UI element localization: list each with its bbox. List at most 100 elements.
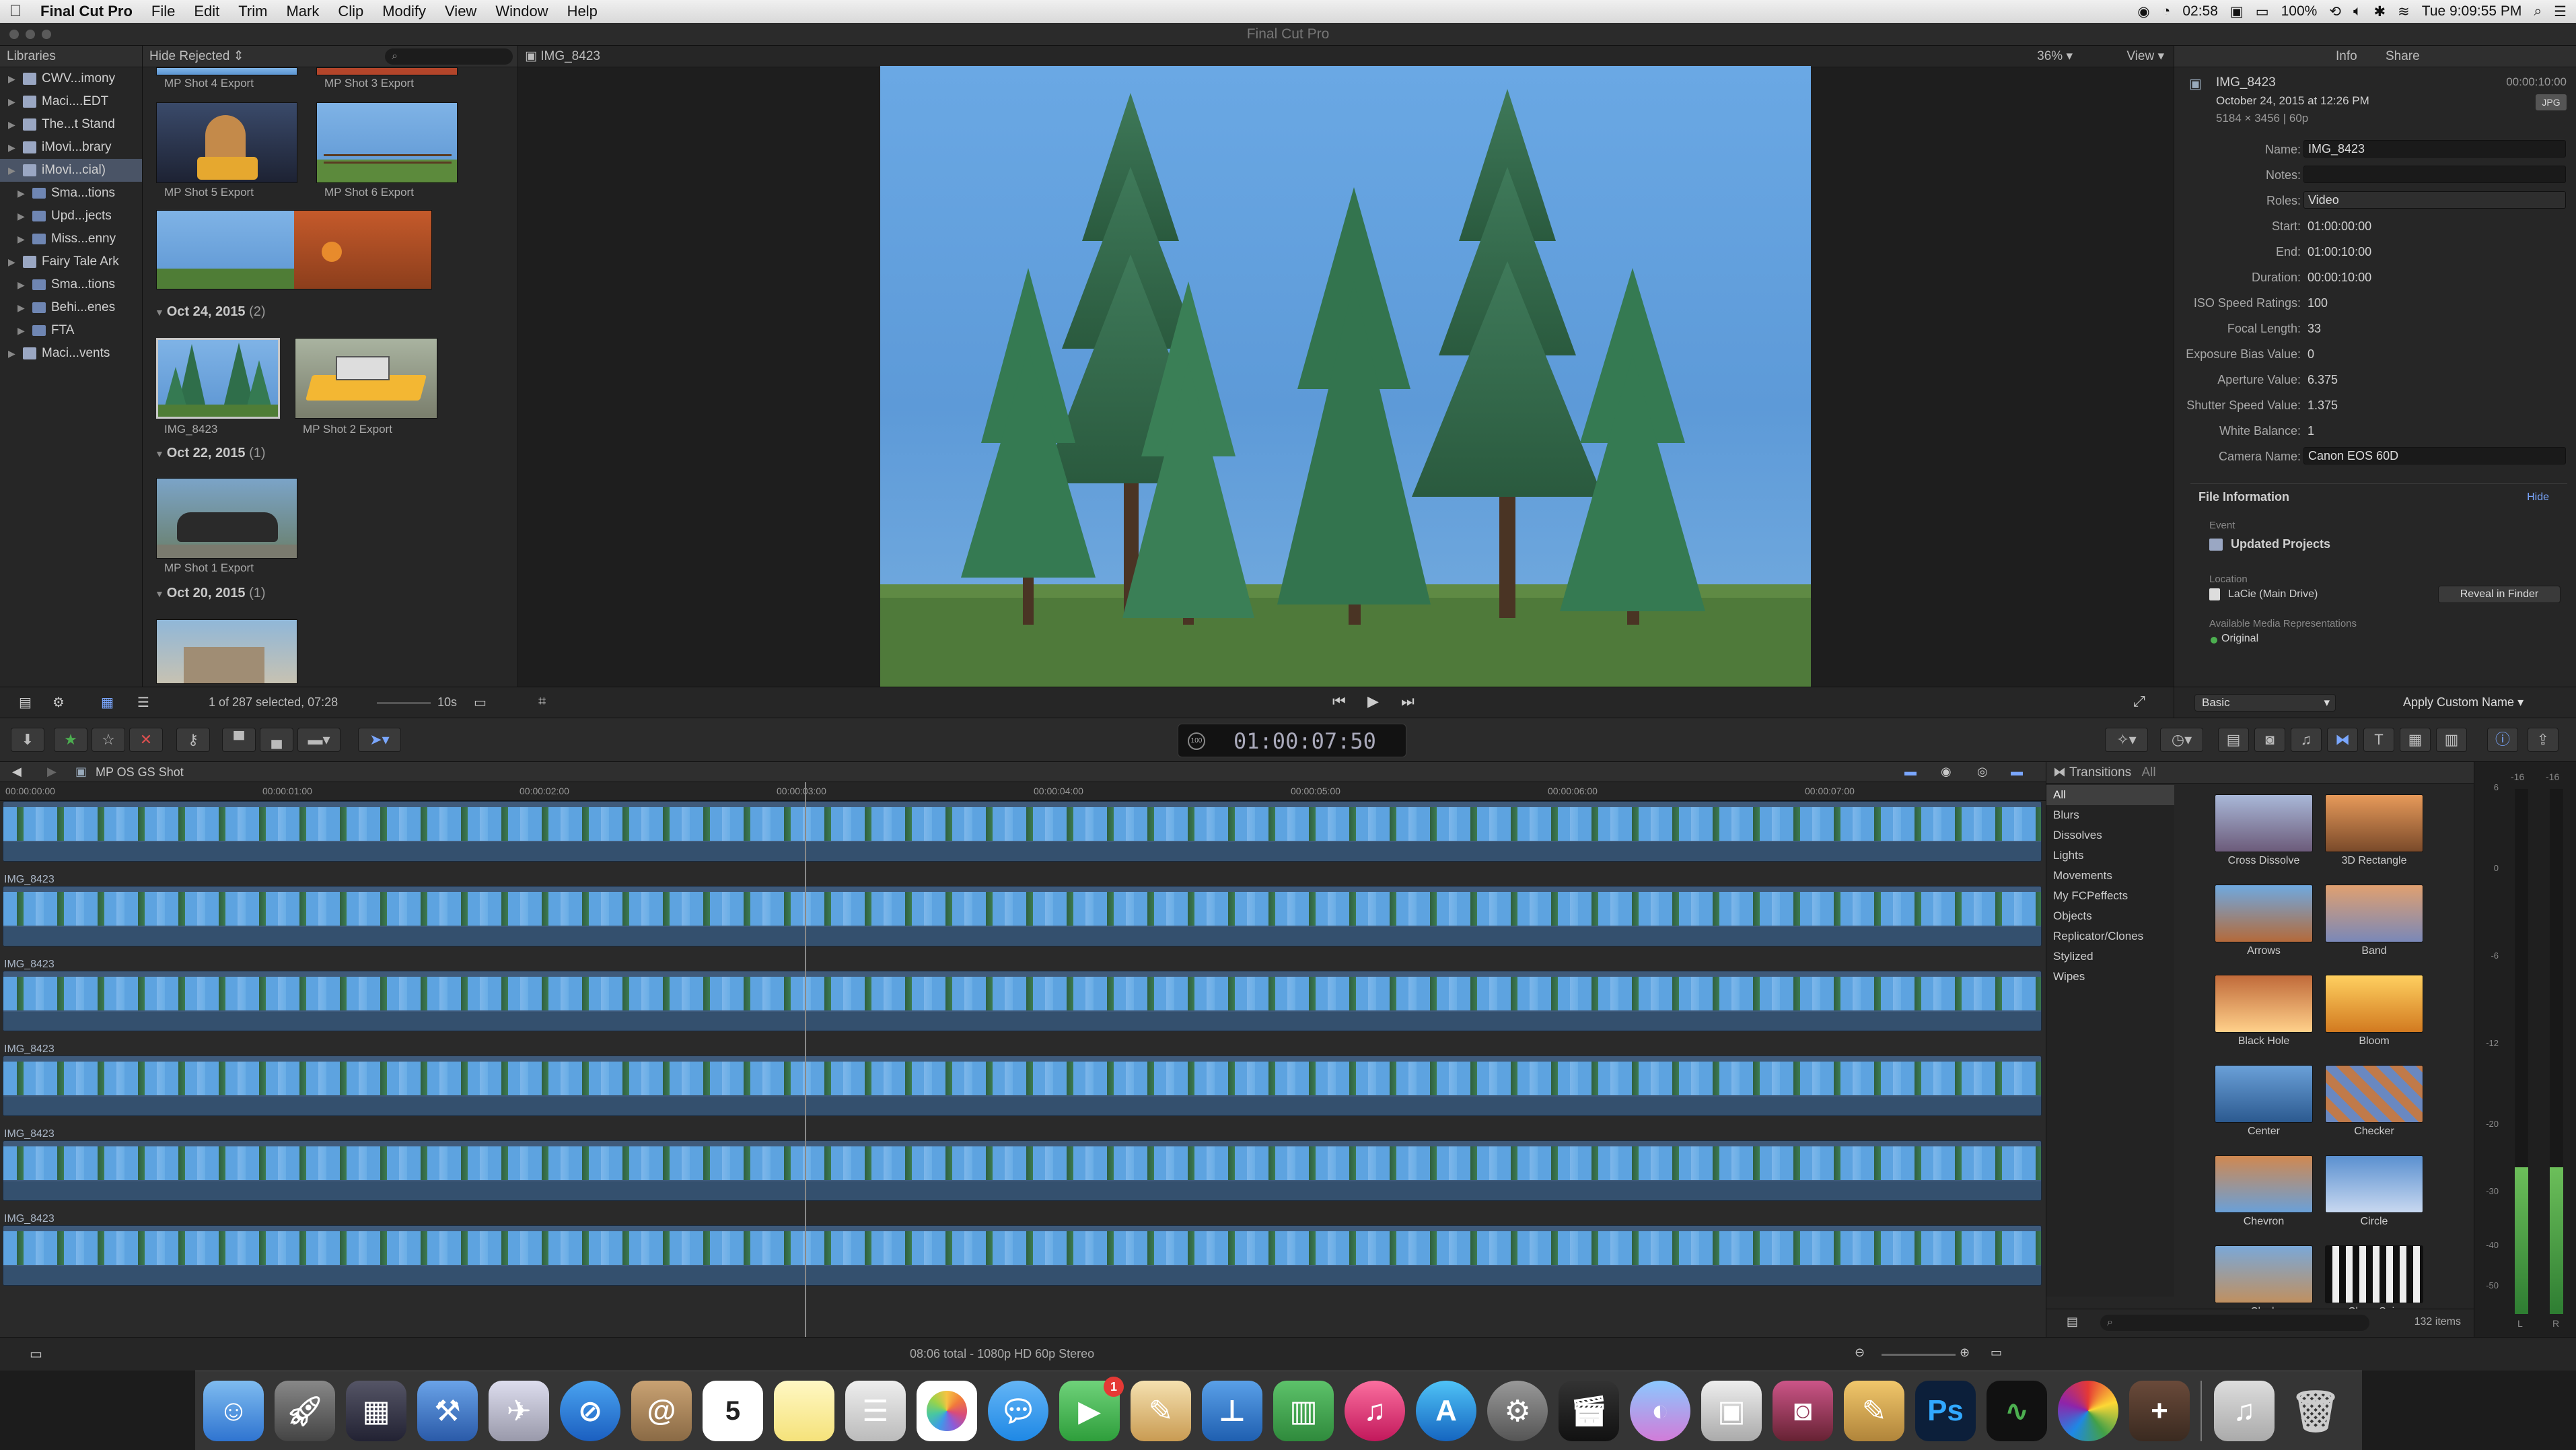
script-editor-icon[interactable]: ✎ xyxy=(1844,1381,1904,1441)
import-icon[interactable]: ⬇ xyxy=(11,728,44,752)
unrate-icon[interactable]: ☆ xyxy=(92,728,125,752)
disclosure-icon[interactable]: ▶ xyxy=(17,205,27,228)
tab-share[interactable]: Share xyxy=(2386,46,2420,67)
itunes-icon[interactable]: ♫ xyxy=(1345,1381,1405,1441)
generators-browser-icon[interactable]: ▦ xyxy=(2400,728,2431,752)
notification-center-icon[interactable]: ☰ xyxy=(2554,3,2567,20)
disclosure-icon[interactable]: ▶ xyxy=(17,182,27,205)
forward-arrow-icon[interactable]: ▶ xyxy=(47,765,57,779)
favorite-icon[interactable]: ★ xyxy=(54,728,87,752)
date-group-oct24[interactable]: ▼ Oct 24, 2015 (2) xyxy=(155,304,266,320)
messages-icon[interactable]: 💬︎ xyxy=(988,1381,1048,1441)
photos-icon[interactable] xyxy=(917,1381,977,1441)
fullscreen-icon[interactable]: ⤢ xyxy=(2133,693,2145,710)
timeline-ruler[interactable]: 00:00:00:00 00:00:01:00 00:00:02:00 00:00:0… xyxy=(0,782,2046,801)
airplay-icon[interactable]: ▭ xyxy=(2256,3,2269,20)
transition-category[interactable]: All xyxy=(2046,785,2174,805)
transition-thumbnail[interactable] xyxy=(2325,794,2423,852)
transitions-search-field[interactable]: ⌕ xyxy=(2100,1315,2369,1331)
motion-icon[interactable]: ◐ xyxy=(1630,1381,1690,1441)
playhead[interactable] xyxy=(805,782,806,1337)
gear-icon[interactable]: ⚙ xyxy=(52,694,65,711)
disclosure-icon[interactable]: ▶ xyxy=(8,159,17,182)
numbers-icon[interactable]: ▥ xyxy=(1273,1381,1334,1441)
share-icon[interactable]: ⇪ xyxy=(2528,728,2559,752)
timeline-clip[interactable] xyxy=(3,1140,2042,1201)
transitions-browser-icon[interactable]: ⧓ xyxy=(2327,728,2358,752)
photoshop-icon[interactable]: Ps xyxy=(1915,1381,1976,1441)
inspector-toggle-icon[interactable]: ⓘ xyxy=(2487,728,2518,752)
apply-custom-name-popup[interactable]: Apply Custom Name ▾ xyxy=(2403,695,2524,710)
contacts-icon[interactable]: @ xyxy=(631,1381,692,1441)
launchpad-icon[interactable]: 🚀︎ xyxy=(275,1381,335,1441)
transition-category[interactable]: Objects xyxy=(2046,906,2174,926)
finder-icon[interactable]: ☺ xyxy=(203,1381,264,1441)
hide-link[interactable]: Hide xyxy=(2527,491,2549,504)
pages-icon[interactable]: ✎ xyxy=(1131,1381,1191,1441)
timeline-clip[interactable] xyxy=(3,886,2042,946)
timeline-index-icon[interactable]: ▭ xyxy=(30,1346,42,1362)
transition-thumbnail[interactable] xyxy=(2215,975,2313,1033)
disclosure-icon[interactable]: ▶ xyxy=(8,113,17,136)
thumb-house[interactable] xyxy=(156,619,297,684)
documents-stack-icon[interactable]: ♫ xyxy=(2214,1381,2275,1441)
transition-category[interactable]: Movements xyxy=(2046,866,2174,886)
menu-app-name[interactable]: Final Cut Pro xyxy=(31,3,142,20)
thumb-mp1[interactable] xyxy=(156,478,297,559)
disclosure-icon[interactable]: ▶ xyxy=(8,90,17,113)
select-tool-icon[interactable]: ➤▾ xyxy=(358,728,401,752)
date-group-oct20[interactable]: ▼ Oct 20, 2015 (1) xyxy=(155,586,266,601)
library-item[interactable]: ▶ CWV...imony xyxy=(0,67,142,90)
metadata-input[interactable] xyxy=(2303,166,2566,183)
photos-browser-icon[interactable]: ◙ xyxy=(2254,728,2285,752)
transition-thumbnail[interactable] xyxy=(2325,1155,2423,1213)
themes-browser-icon[interactable]: ▥ xyxy=(2436,728,2467,752)
menu-file[interactable]: File xyxy=(142,3,184,20)
play-icon[interactable]: ▶ xyxy=(1367,693,1379,710)
previous-edit-icon[interactable]: ⏮ xyxy=(1332,693,1346,710)
transition-thumbnail[interactable] xyxy=(2215,794,2313,852)
thumb-img8423[interactable] xyxy=(156,338,280,419)
music-browser-icon[interactable]: ♫ xyxy=(2291,728,2322,752)
zoom-popup[interactable]: 36% ▾ xyxy=(2037,46,2073,67)
disclosure-icon[interactable]: ▶ xyxy=(17,296,27,319)
audio-skimming-icon[interactable]: ◉ xyxy=(1941,765,1952,779)
disclosure-icon[interactable]: ▶ xyxy=(8,67,17,90)
zoom-out-icon[interactable]: ⊖ xyxy=(1855,1346,1865,1360)
library-item[interactable]: ▶ Upd...jects xyxy=(0,205,142,228)
timeline-clip[interactable] xyxy=(3,1225,2042,1286)
sidebar-toggle-icon[interactable]: ▤ xyxy=(2067,1315,2078,1329)
library-item[interactable]: ▶ Fairy Tale Ark xyxy=(0,250,142,273)
activity-monitor-icon[interactable]: ∿ xyxy=(1987,1381,2047,1441)
view-menu[interactable]: View ▾ xyxy=(2126,46,2164,67)
close-window-button[interactable] xyxy=(9,30,19,39)
clip-appearance-icon[interactable]: ▬ xyxy=(1904,765,1917,779)
solo-icon[interactable]: ◎ xyxy=(1977,765,1988,779)
menu-view[interactable]: View xyxy=(435,3,486,20)
transition-thumbnail[interactable] xyxy=(2215,1065,2313,1123)
compressor-icon[interactable]: ▣ xyxy=(1701,1381,1762,1441)
library-item[interactable]: ▶ The...t Stand xyxy=(0,113,142,136)
reveal-in-finder-button[interactable]: Reveal in Finder xyxy=(2438,586,2561,603)
trash-icon[interactable]: 🗑︎ xyxy=(2285,1381,2346,1441)
disclosure-icon[interactable]: ▶ xyxy=(17,319,27,342)
wifi-icon[interactable]: ≋ xyxy=(2398,3,2410,20)
transitions-scope[interactable]: All xyxy=(2141,765,2155,780)
insert-clip-icon[interactable]: ▄ xyxy=(260,728,293,752)
retime-icon[interactable]: ◷▾ xyxy=(2160,728,2203,752)
metadata-input[interactable]: IMG_8423 xyxy=(2303,140,2566,158)
thumb-mp4[interactable] xyxy=(156,67,297,75)
sidebar-toggle-icon[interactable]: ▤ xyxy=(19,694,32,711)
disclosure-icon[interactable]: ▶ xyxy=(8,342,17,365)
titles-browser-icon[interactable]: T xyxy=(2363,728,2394,752)
volume-icon[interactable]: 🔈︎ xyxy=(2353,3,2362,20)
display-icon[interactable]: ▣ xyxy=(2230,3,2244,20)
append-clip-icon[interactable]: ▬▾ xyxy=(297,728,341,752)
library-item[interactable]: ▶ Maci....EDT xyxy=(0,90,142,113)
list-view-icon[interactable]: ☰ xyxy=(137,694,149,711)
menu-window[interactable]: Window xyxy=(486,3,557,20)
thumb-mp3[interactable] xyxy=(316,67,458,75)
menu-mark[interactable]: Mark xyxy=(277,3,328,20)
viewer-image[interactable] xyxy=(880,66,1811,687)
spotlight-icon[interactable]: ⌕ xyxy=(2534,3,2542,20)
